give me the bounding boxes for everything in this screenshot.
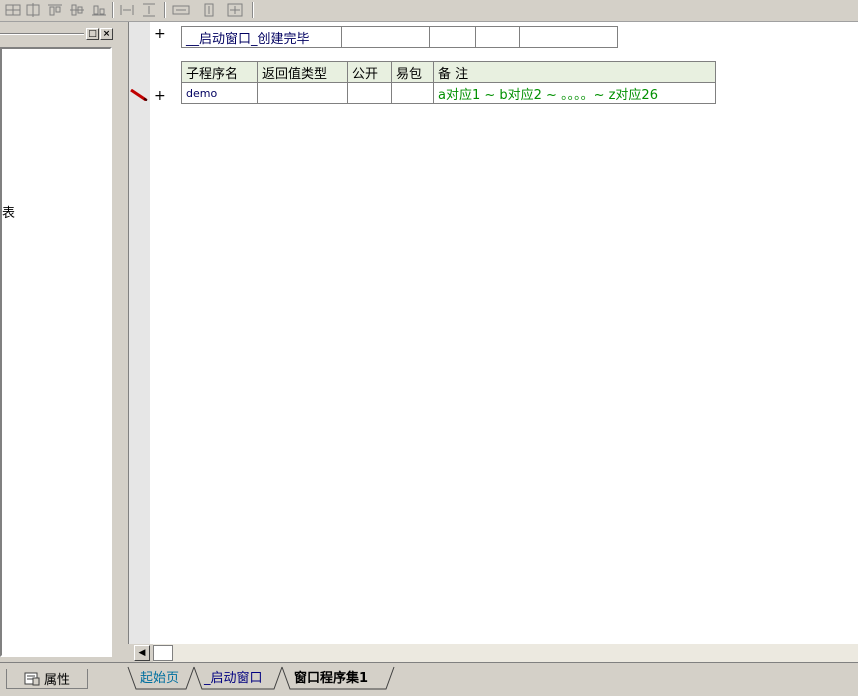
comment-cell[interactable]: a对应1 ~ b对应2 ~ 。。。。~ z对应26 [433,82,716,104]
subroutine-table: 子程序名 返回值类型 公开 易包 备 注 demo a对应1 ~ b对应2 ~ … [181,61,716,104]
scroll-left-button[interactable]: ◀ [134,645,150,661]
event-row-table: __启动窗口_创建完毕 [181,26,618,48]
return-type-cell[interactable] [257,82,348,104]
same-height-icon[interactable] [200,1,218,19]
expand-plus-icon-2[interactable]: + [154,88,166,104]
same-width-icon[interactable] [172,1,190,19]
properties-tab[interactable]: 属性 [6,669,88,689]
header-easy-pack: 易包 [391,61,434,83]
properties-icon [24,672,40,685]
properties-tab-label: 属性 [43,673,70,688]
tab-window-assembly[interactable]: 窗口程序集1 [288,669,374,689]
left-dock-panel: □ × 表 [0,22,124,662]
align-top-icon[interactable] [46,1,64,19]
editor-gutter [128,22,151,644]
space-vertical-icon[interactable] [140,1,158,19]
horizontal-scrollbar[interactable]: ◀ [128,644,858,662]
pen-icon [130,89,148,101]
truncated-label: 表 [2,206,16,221]
tab-start-page[interactable]: 起始页 [134,669,185,689]
space-horizontal-icon[interactable] [118,1,136,19]
code-editor[interactable]: + __启动窗口_创建完毕 子程序名 返回值类型 公开 易包 备 注 demo … [150,22,858,644]
easy-pack-cell[interactable] [391,82,434,104]
bottom-bar: 属性 起始页 _启动窗口 窗口程序集1 [0,662,858,696]
header-public: 公开 [347,61,392,83]
maximize-icon[interactable]: □ [86,28,99,40]
close-icon[interactable]: × [100,28,113,40]
tab-startup-window[interactable]: _启动窗口 [198,669,269,689]
panel-content: 表 [0,47,112,657]
public-cell[interactable] [347,82,392,104]
expand-plus-icon[interactable]: + [154,26,166,42]
scroll-track[interactable] [153,644,858,662]
event-handler-name[interactable]: __启动窗口_创建完毕 [181,26,342,48]
same-size-icon[interactable] [226,1,244,19]
align-middle-icon[interactable] [68,1,86,19]
layout-toolbar [0,0,858,22]
header-sub-name: 子程序名 [181,61,258,83]
scroll-thumb[interactable] [153,645,173,661]
header-comment: 备 注 [433,61,716,83]
header-return-type: 返回值类型 [257,61,348,83]
align-left-icon[interactable] [4,1,22,19]
align-center-icon[interactable] [24,1,42,19]
align-bottom-icon[interactable] [90,1,108,19]
panel-header: □ × [0,26,120,40]
sub-name-cell[interactable]: demo [181,82,258,104]
